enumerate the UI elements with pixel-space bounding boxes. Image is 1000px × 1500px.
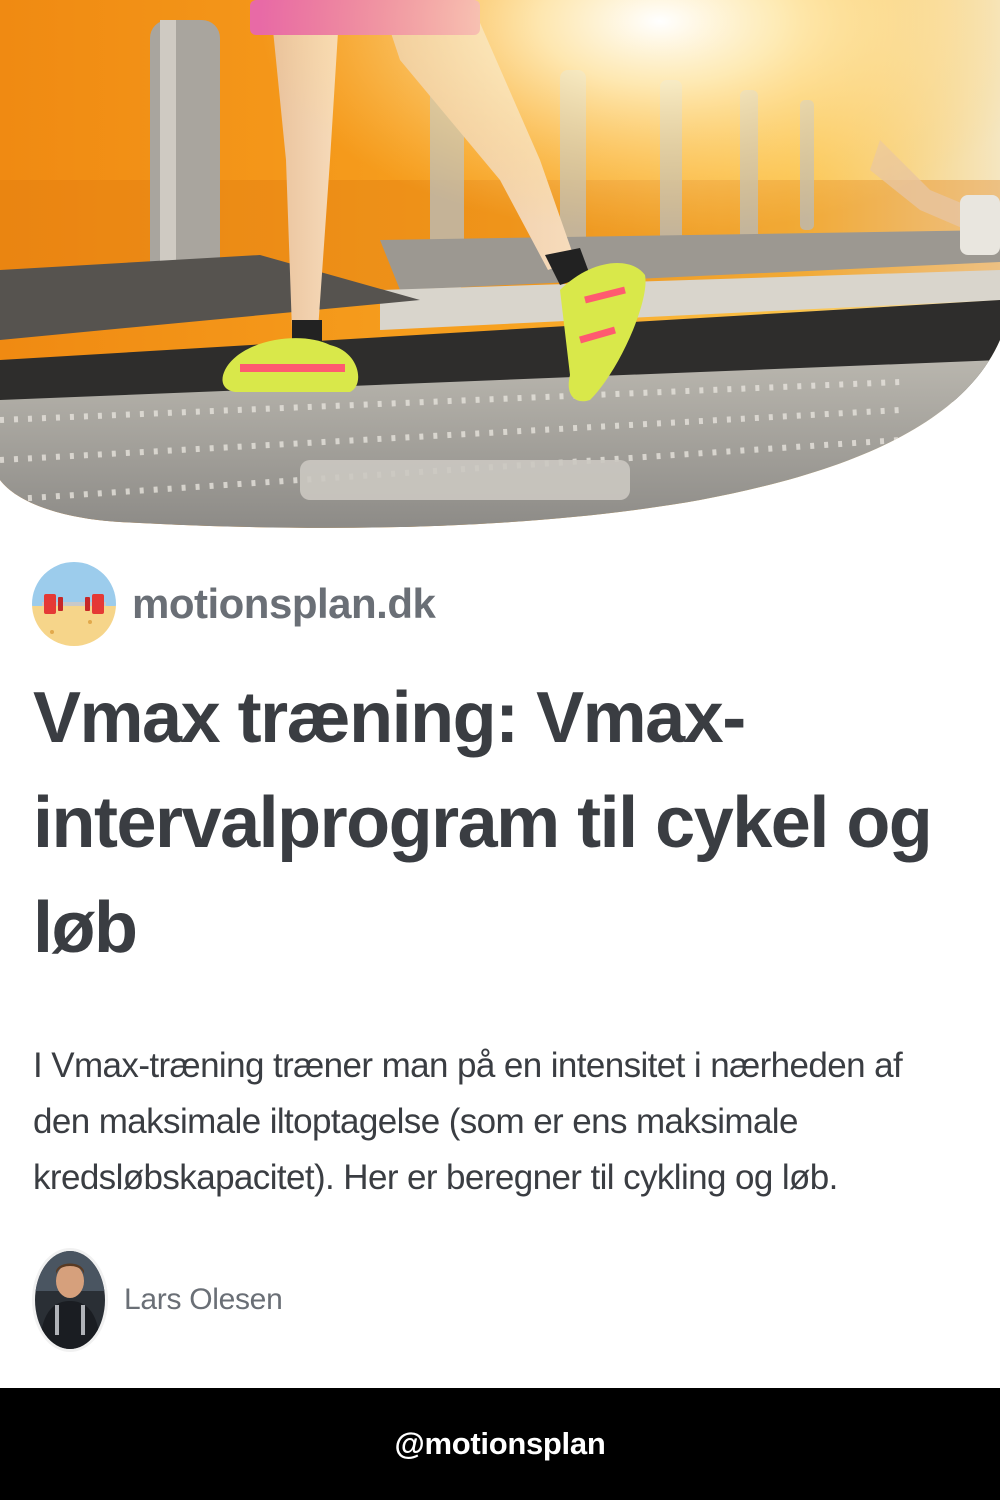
footer-bar: @motionsplan <box>0 1388 1000 1500</box>
author-byline: Lars Olesen <box>32 1248 283 1352</box>
article-title[interactable]: Vmax træning: Vmax-intervalprogram til c… <box>33 666 953 981</box>
site-logo-icon[interactable] <box>32 562 116 646</box>
site-name[interactable]: motionsplan.dk <box>132 580 436 628</box>
article-description: I Vmax-træning træner man på en intensit… <box>33 1046 903 1197</box>
author-avatar[interactable] <box>32 1248 108 1352</box>
footer-handle[interactable]: @motionsplan <box>395 1426 606 1462</box>
share-card: motionsplan.dk Vmax træning: Vmax-interv… <box>0 0 1000 1500</box>
author-name[interactable]: Lars Olesen <box>124 1283 283 1317</box>
site-header: motionsplan.dk <box>32 562 436 646</box>
hero-image <box>0 0 1000 532</box>
